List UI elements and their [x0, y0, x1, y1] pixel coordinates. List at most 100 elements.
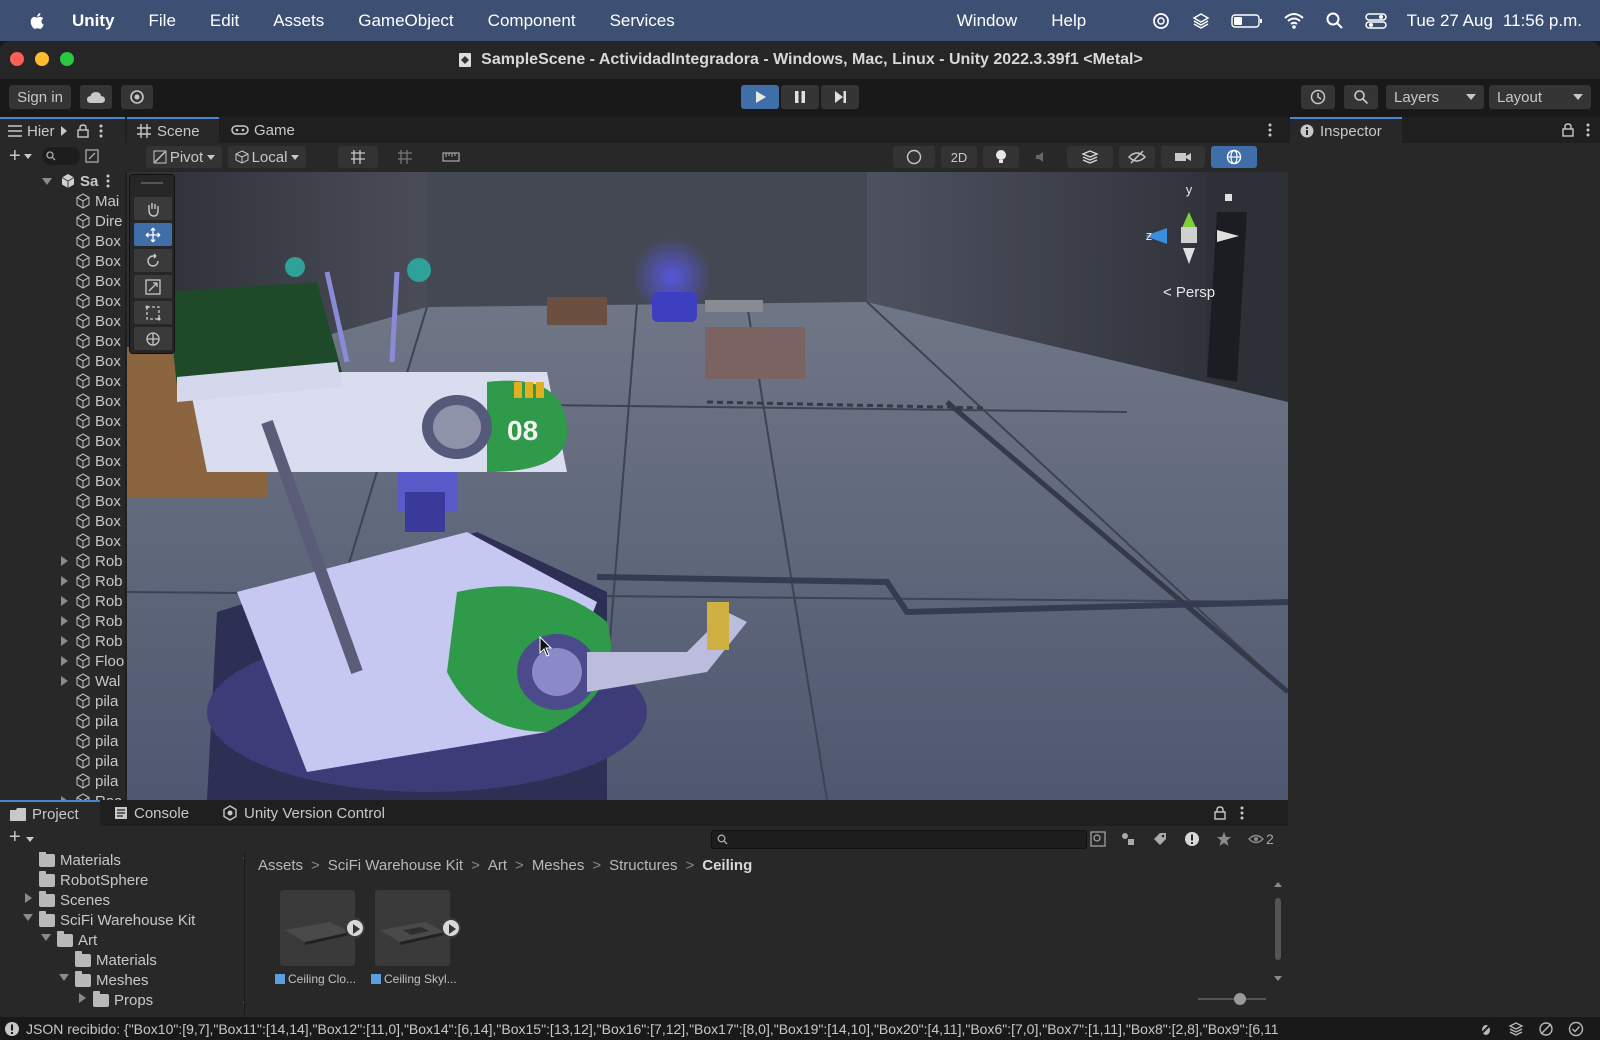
minimize-window-button[interactable]	[35, 52, 49, 66]
tree-row-props[interactable]: Props	[93, 990, 153, 1010]
hierarchy-item[interactable]: Wal	[75, 671, 120, 691]
add-icon[interactable]: +	[9, 826, 21, 849]
hierarchy-item[interactable]: Box	[75, 431, 121, 451]
chevron-down-icon[interactable]	[23, 153, 32, 159]
kebab-menu-icon[interactable]	[1268, 123, 1272, 137]
hierarchy-item[interactable]: Rac	[75, 791, 122, 800]
layers-status-icon[interactable]	[1191, 11, 1211, 31]
kebab-menu-icon[interactable]	[106, 174, 110, 188]
hierarchy-item[interactable]: Box	[75, 291, 121, 311]
zoom-window-button[interactable]	[60, 52, 74, 66]
hierarchy-item[interactable]: Floo	[75, 651, 124, 671]
status-bar[interactable]: JSON recibido: {"Box10":[9,7],"Box11":[1…	[0, 1017, 1600, 1040]
cloud-button[interactable]	[80, 85, 112, 109]
tree-row-meshes[interactable]: Meshes	[75, 970, 149, 990]
tab-project[interactable]: Project	[0, 800, 100, 826]
scene-root-row[interactable]: Sa	[42, 171, 110, 191]
bug-off-icon[interactable]	[1478, 1021, 1494, 1037]
hierarchy-item[interactable]: Box	[75, 371, 121, 391]
check-circle-icon[interactable]	[1568, 1021, 1584, 1037]
hierarchy-item[interactable]: Box	[75, 531, 121, 551]
scroll-thumb[interactable]	[1275, 898, 1281, 960]
scroll-up-icon[interactable]	[243, 854, 244, 859]
hierarchy-item[interactable]: Dire	[75, 211, 123, 231]
collapse-arrow-icon[interactable]	[41, 934, 51, 941]
hierarchy-item[interactable]: Box	[75, 511, 121, 531]
tree-scrollbar[interactable]	[243, 852, 245, 1017]
play-button[interactable]	[741, 85, 779, 109]
increment-snap-dropdown[interactable]	[385, 146, 425, 168]
hierarchy-item[interactable]: Box	[75, 311, 121, 331]
move-tool-button[interactable]	[134, 223, 172, 246]
scene-visibility-toggle[interactable]	[1119, 146, 1155, 168]
lock-icon[interactable]	[76, 124, 89, 138]
hierarchy-item[interactable]: Box	[75, 491, 121, 511]
tree-row-scifi-warehouse-kit[interactable]: SciFi Warehouse Kit	[39, 910, 195, 930]
chatgpt-icon[interactable]	[1151, 11, 1171, 31]
expand-arrow-icon[interactable]	[25, 893, 32, 903]
scroll-thumb[interactable]	[244, 882, 245, 914]
breadcrumb-art[interactable]: Art	[488, 857, 507, 874]
favorite-star-icon[interactable]	[1216, 831, 1232, 847]
hierarchy-item[interactable]: Rob	[75, 611, 123, 631]
breadcrumb-meshes[interactable]: Meshes	[532, 857, 585, 874]
menu-services[interactable]: Services	[610, 11, 675, 31]
2d-toggle[interactable]: 2D	[941, 146, 977, 168]
battery-icon[interactable]	[1230, 11, 1263, 31]
kebab-menu-icon[interactable]	[1240, 806, 1244, 820]
search-scope-icon[interactable]	[1090, 831, 1106, 847]
expand-arrow-icon[interactable]	[61, 636, 68, 646]
tab-inspector[interactable]: Inspector	[1290, 117, 1402, 143]
apple-icon[interactable]	[28, 11, 48, 31]
tree-row-materials[interactable]: Materials	[39, 852, 121, 870]
thumbnail-size-slider[interactable]	[1198, 993, 1266, 1005]
scroll-down-icon[interactable]	[1274, 976, 1282, 981]
tab-scene[interactable]: Scene	[127, 117, 219, 143]
pause-button[interactable]	[781, 85, 819, 109]
expand-arrow-icon[interactable]	[61, 616, 68, 626]
grid-snap-dropdown[interactable]	[338, 146, 378, 168]
control-center-icon[interactable]	[1364, 11, 1387, 31]
expand-arrow-icon[interactable]	[61, 596, 68, 606]
menu-date[interactable]: Tue 27 Aug	[1407, 11, 1493, 31]
menu-edit[interactable]: Edit	[210, 11, 239, 31]
hierarchy-item[interactable]: pila	[75, 771, 118, 791]
hierarchy-item[interactable]: Box	[75, 271, 121, 291]
persp-label[interactable]: < Persp	[1163, 284, 1215, 301]
pivot-dropdown[interactable]: Pivot	[146, 146, 222, 168]
effects-dropdown[interactable]	[1067, 146, 1113, 168]
gizmo-lock-icon[interactable]	[1225, 194, 1232, 201]
collapse-arrow-icon[interactable]	[59, 974, 69, 981]
align-dropdown[interactable]	[430, 146, 472, 168]
camera-settings-dropdown[interactable]	[1161, 146, 1205, 168]
hierarchy-item[interactable]: Rob	[75, 631, 123, 651]
menu-time[interactable]: 11:56 p.m.	[1503, 11, 1582, 31]
lock-icon[interactable]	[1214, 806, 1226, 820]
menu-app-name[interactable]: Unity	[72, 11, 115, 31]
step-button[interactable]	[821, 85, 859, 109]
expand-arrow-icon[interactable]	[61, 556, 68, 566]
hierarchy-item[interactable]: pila	[75, 731, 118, 751]
menu-assets[interactable]: Assets	[273, 11, 324, 31]
lighting-toggle[interactable]	[983, 146, 1019, 168]
menu-window[interactable]: Window	[957, 11, 1017, 31]
asset-expand-button[interactable]	[441, 918, 461, 938]
hierarchy-item[interactable]: Box	[75, 471, 121, 491]
hidden-packages-eye-icon[interactable]	[1248, 833, 1264, 845]
hierarchy-item[interactable]: Box	[75, 351, 121, 371]
hierarchy-item[interactable]: pila	[75, 691, 118, 711]
hierarchy-item[interactable]: Box	[75, 231, 121, 251]
layers-dropdown[interactable]: Layers	[1386, 85, 1484, 109]
asset-thumbnail[interactable]	[375, 890, 450, 966]
collab-button[interactable]	[121, 85, 153, 109]
scene-visibility-icon[interactable]	[85, 149, 99, 163]
tab-game[interactable]: Game	[221, 117, 307, 143]
tree-row-scenes[interactable]: Scenes	[39, 890, 110, 910]
scale-tool-button[interactable]	[134, 275, 172, 298]
chevron-down-icon[interactable]	[26, 837, 34, 842]
tree-row-robotsphere[interactable]: RobotSphere	[39, 870, 148, 890]
add-icon[interactable]: +	[9, 145, 21, 168]
hierarchy-item[interactable]: Box	[75, 411, 121, 431]
hierarchy-item[interactable]: Rob	[75, 551, 123, 571]
menu-gameobject[interactable]: GameObject	[358, 11, 453, 31]
